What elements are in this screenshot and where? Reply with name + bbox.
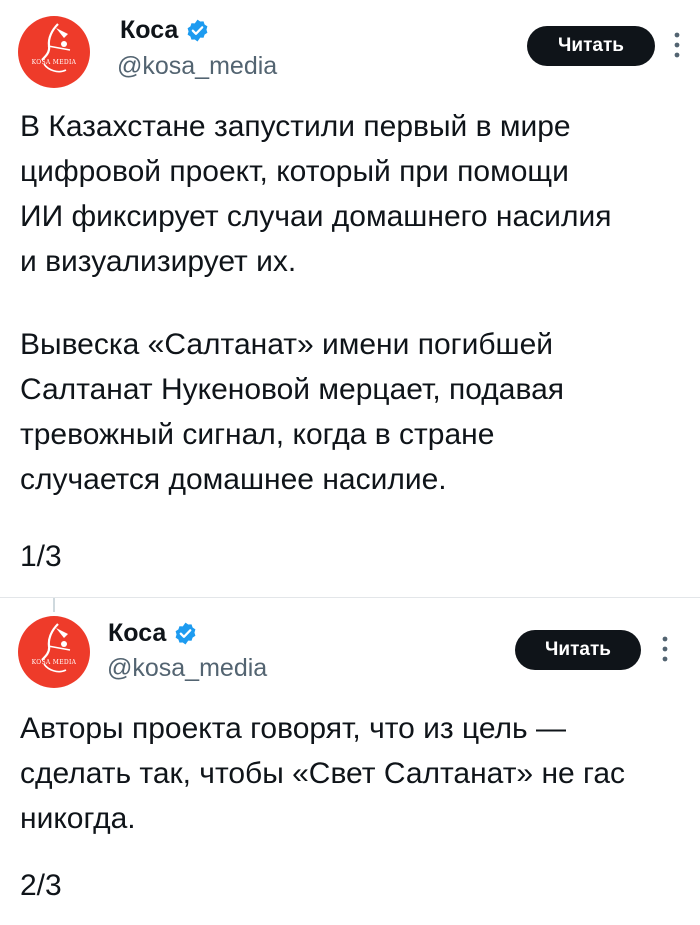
text-line: ИИ фиксирует случаи домашнего насилия — [20, 200, 612, 233]
thread-counter: 2/3 — [20, 869, 62, 902]
text-line: В Казахстане запустили первый в мире — [20, 110, 571, 143]
tweet-text-paragraph: В Казахстане запустили первый в мире циф… — [20, 104, 690, 284]
tweet-text-paragraph: Вывеска «Салтанат» имени погибшей Салтан… — [20, 322, 690, 502]
avatar[interactable]: KOSA MEDIA — [18, 16, 90, 88]
author-name[interactable]: Коса — [108, 618, 166, 648]
avatar[interactable]: KOSA MEDIA — [18, 616, 90, 688]
author-row: Коса — [108, 618, 198, 648]
more-options-icon[interactable] — [674, 32, 680, 58]
thread-counter: 1/3 — [20, 540, 62, 573]
more-options-icon[interactable] — [662, 636, 668, 662]
text-line: Авторы проекта говорят, что из цель — — [20, 712, 566, 745]
avatar-text: KOSA MEDIA — [31, 59, 77, 66]
read-button[interactable]: Читать — [527, 26, 655, 66]
avatar-text: KOSA MEDIA — [31, 659, 77, 666]
tweet-1: KOSA MEDIA Коса @kosa_media Читать В Каз… — [0, 0, 700, 598]
verified-badge-icon — [175, 622, 196, 644]
text-line: цифровой проект, который при помощи — [20, 155, 569, 188]
text-line: случается домашнее насилие. — [20, 463, 447, 496]
verified-badge-icon — [187, 19, 208, 41]
text-line: Вывеска «Салтанат» имени погибшей — [20, 328, 554, 361]
text-line: тревожный сигнал, когда в стране — [20, 418, 495, 451]
author-name[interactable]: Коса — [120, 15, 178, 45]
text-line: сделать так, чтобы «Свет Салтанат» не га… — [20, 757, 626, 790]
tweet-2: KOSA MEDIA Коса @kosa_media Читать Автор… — [0, 598, 700, 925]
author-handle[interactable]: @kosa_media — [117, 51, 277, 81]
tweet-text-paragraph: Авторы проекта говорят, что из цель — сд… — [20, 706, 690, 841]
avatar-logo — [41, 623, 71, 673]
text-line: Салтанат Нукеновой мерцает, подавая — [20, 373, 565, 406]
author-row: Коса — [120, 15, 210, 45]
text-line: и визуализирует их. — [20, 245, 297, 278]
author-handle[interactable]: @kosa_media — [107, 653, 267, 683]
text-line: никогда. — [20, 802, 136, 835]
avatar-logo — [41, 23, 71, 73]
read-button[interactable]: Читать — [515, 630, 641, 670]
thread-connector — [53, 598, 55, 612]
